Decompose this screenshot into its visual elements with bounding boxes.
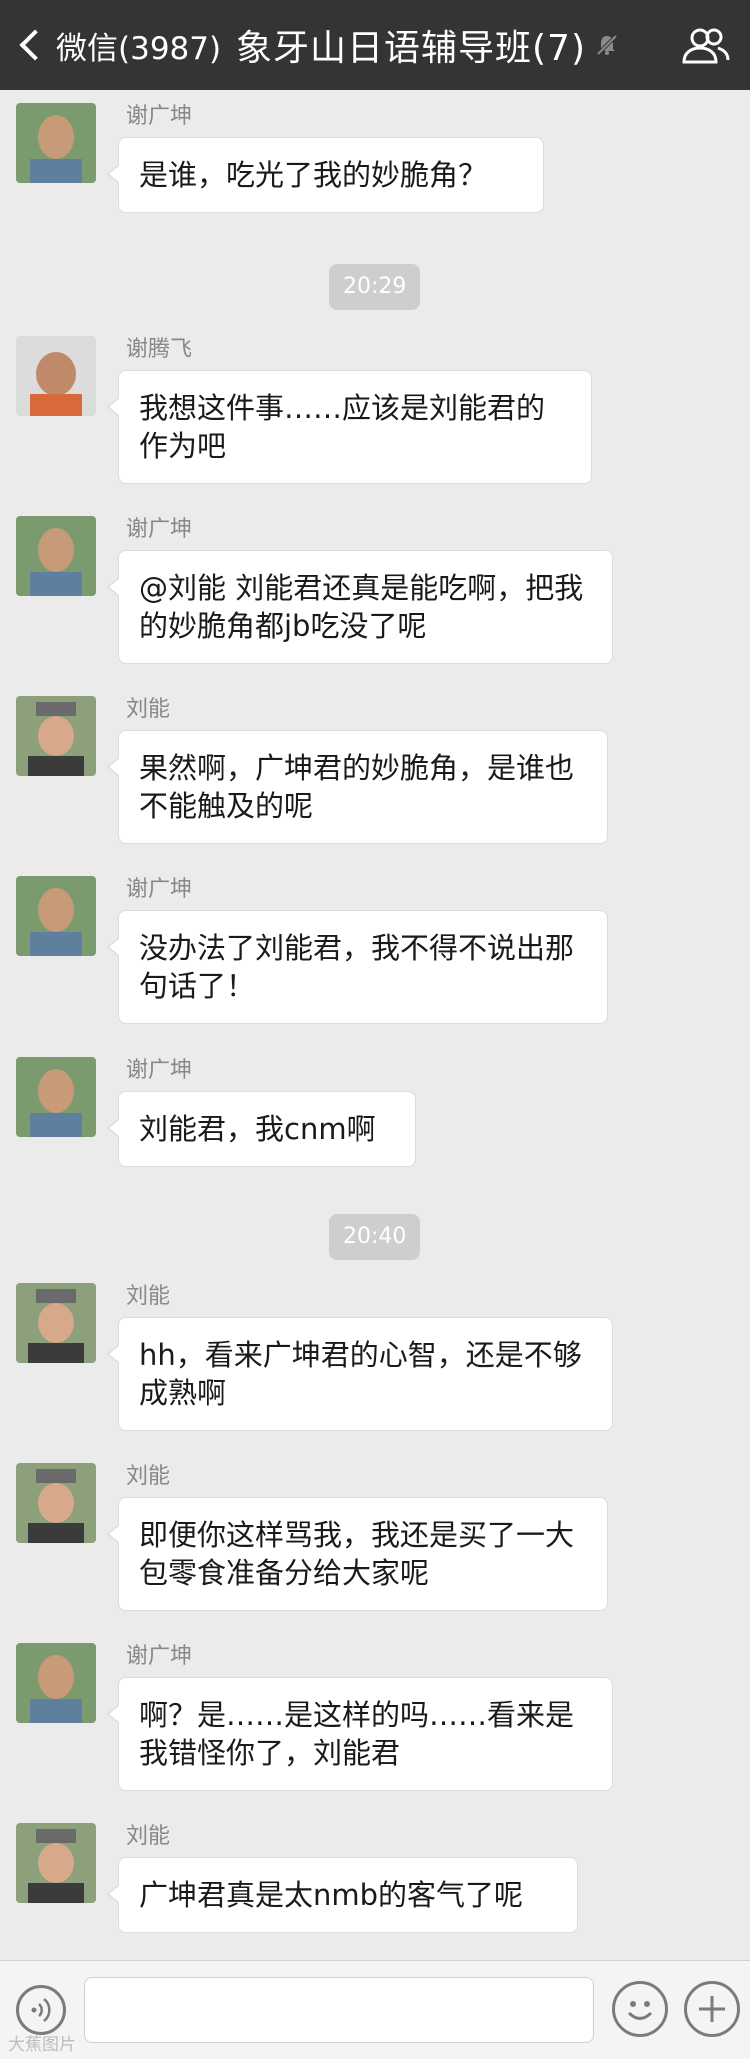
voice-input-icon — [31, 1998, 51, 2022]
chat-title-area: 象牙山日语辅导班(7) — [236, 0, 620, 90]
back-label: 微信(3987) — [56, 30, 222, 67]
group-members-icon[interactable] — [680, 26, 732, 66]
avatar[interactable] — [16, 336, 96, 416]
sender-name: 刘能 — [126, 1824, 171, 1849]
message-bubble[interactable]: 果然啊，广坤君的妙脆角，是谁也不能触及的呢 — [107, 730, 608, 844]
avatar[interactable] — [16, 1057, 96, 1137]
avatar[interactable] — [16, 516, 96, 596]
avatar[interactable] — [16, 1643, 96, 1723]
message-bubble[interactable]: 没办法了刘能君，我不得不说出那句话了！ — [107, 910, 608, 1024]
avatar[interactable] — [16, 103, 96, 183]
watermark: 大蕉图片 — [8, 2035, 76, 2055]
mute-bell-icon — [596, 34, 618, 56]
avatar[interactable] — [16, 1463, 96, 1543]
message-bubble[interactable]: 我想这件事……应该是刘能君的作为吧 — [107, 370, 592, 484]
avatar[interactable] — [16, 696, 96, 776]
timestamp: 20:40 — [329, 1214, 421, 1260]
sender-name: 谢广坤 — [126, 877, 193, 902]
plus-icon — [699, 1996, 725, 2022]
message-bubble[interactable]: hh，看来广坤君的心智，还是不够成熟啊 — [107, 1317, 613, 1431]
sender-name: 刘能 — [126, 1284, 171, 1309]
avatar[interactable] — [16, 1283, 96, 1363]
sender-name: 谢广坤 — [126, 104, 193, 129]
sender-name: 刘能 — [126, 697, 171, 722]
sender-name: 谢腾飞 — [126, 337, 193, 362]
avatar[interactable] — [16, 876, 96, 956]
back-button[interactable]: 微信(3987) — [18, 0, 221, 90]
sender-name: 谢广坤 — [126, 1644, 193, 1669]
message-bubble[interactable]: 广坤君真是太nmb的客气了呢 — [107, 1857, 578, 1933]
emoji-icon — [627, 2001, 653, 2020]
avatar[interactable] — [16, 1823, 96, 1903]
chat-title: 象牙山日语辅导班(7) — [236, 28, 586, 69]
timestamp: 20:29 — [329, 264, 421, 310]
sender-name: 刘能 — [126, 1464, 171, 1489]
message-bubble[interactable]: @刘能 刘能君还真是能吃啊，把我的妙脆角都jb吃没了呢 — [107, 550, 613, 664]
plus-button[interactable] — [684, 1981, 740, 2037]
message-bubble[interactable]: 即便你这样骂我，我还是买了一大包零食准备分给大家呢 — [107, 1497, 608, 1611]
message-input[interactable] — [84, 1977, 594, 2043]
sender-name: 谢广坤 — [126, 1058, 193, 1083]
message-bubble[interactable]: 刘能君，我cnm啊 — [107, 1091, 416, 1167]
input-bar — [0, 1960, 750, 2059]
voice-input-button[interactable] — [16, 1985, 66, 2035]
message-bubble[interactable]: 是谁，吃光了我的妙脆角？ — [107, 137, 544, 213]
message-bubble[interactable]: 啊？是……是这样的吗……看来是我错怪你了，刘能君 — [107, 1677, 613, 1791]
chevron-left-icon — [19, 29, 51, 61]
chat-header: 微信(3987) 象牙山日语辅导班(7) — [0, 0, 750, 90]
emoji-button[interactable] — [612, 1981, 668, 2037]
sender-name: 谢广坤 — [126, 517, 193, 542]
